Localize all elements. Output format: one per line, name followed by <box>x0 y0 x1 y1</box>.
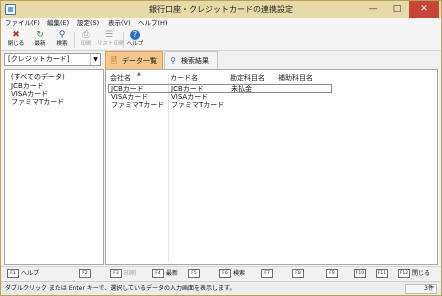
status-message: ダブルクリック または Enter キーで、選択しているデータの入力画面を表示し… <box>5 285 236 292</box>
menu-settings[interactable]: 設定(S) <box>77 18 99 29</box>
f4-key-badge: F4 <box>152 269 164 278</box>
search-icon: ⚲ <box>58 30 66 40</box>
f10-button[interactable]: F10 <box>354 269 368 279</box>
tab-data-list[interactable]: 🗎 データ一覧 <box>105 51 163 69</box>
f10-key-badge: F10 <box>354 269 366 278</box>
f9-button[interactable]: F9 <box>326 269 340 279</box>
printer-icon: ⎙ <box>82 30 90 40</box>
tree-item-all[interactable]: (すべてのデータ) <box>11 73 65 81</box>
f7-key-badge: F7 <box>261 269 273 278</box>
toolbar: ✖ 閉じる ↻ 最新 ⚲ 検索 ⎙ 印刷 ☰ リスト印刷 ? ヘルプ <box>1 29 441 51</box>
f5-key-badge: F5 <box>188 269 200 278</box>
f2-key-badge: F2 <box>79 269 91 278</box>
column-header-account[interactable]: 勘定科目名 <box>230 74 265 83</box>
tree-item-jcb[interactable]: JCBカード <box>11 82 44 90</box>
f4-refresh-button[interactable]: F4 最新 <box>152 269 178 279</box>
f1-key-badge: F1 <box>7 269 19 278</box>
print-button[interactable]: ⎙ 印刷 <box>75 30 97 50</box>
column-header-card[interactable]: カード名 <box>170 74 198 83</box>
record-count: 3件 <box>405 284 437 294</box>
close-window-button[interactable]: ✕ <box>409 1 439 18</box>
category-select-value: [クレジットカード] <box>8 55 70 63</box>
menu-file[interactable]: ファイル(F) <box>5 18 40 29</box>
table-row[interactable]: ファミマTカード ファミマTカード <box>108 101 332 110</box>
list-print-button[interactable]: ☰ リスト印刷 <box>97 30 125 50</box>
menu-help[interactable]: ヘルプ(H) <box>138 18 167 29</box>
close-button[interactable]: ✖ 閉じる <box>5 30 27 50</box>
f11-key-badge: F11 <box>376 269 388 278</box>
sort-ascending-icon: ▲ <box>137 71 141 77</box>
help-icon: ? <box>130 30 140 40</box>
refresh-icon: ↻ <box>36 30 44 40</box>
app-window: 銀行口座・クレジットカードの連携設定 — □ ✕ ファイル(F) 編集(E) 設… <box>0 0 442 296</box>
f7-button[interactable]: F7 <box>261 269 275 279</box>
menu-edit[interactable]: 編集(E) <box>47 18 69 29</box>
data-list: ▲ 会社名 カード名 勘定科目名 補助科目名 JCBカード JCBカード 未払金… <box>105 69 438 265</box>
f9-key-badge: F9 <box>326 269 338 278</box>
list-printer-icon: ☰ <box>104 30 114 40</box>
help-button[interactable]: ? ヘルプ <box>124 30 146 50</box>
f12-key-badge: F12 <box>398 269 410 278</box>
tab-search-results[interactable]: ⚲ 検索結果 <box>164 51 218 69</box>
f6-search-button[interactable]: F6 検索 <box>219 269 245 279</box>
f5-button[interactable]: F5 <box>188 269 202 279</box>
refresh-button[interactable]: ↻ 最新 <box>29 30 51 50</box>
column-header-company[interactable]: 会社名 <box>110 74 131 83</box>
maximize-button[interactable]: □ <box>385 1 409 18</box>
function-key-bar: F1 ヘルプ F2 F3 印刷 F4 最新 F5 F6 検索 F7 F8 F9 F10 <box>1 266 441 280</box>
f8-button[interactable]: F8 <box>292 269 306 279</box>
status-bar: ダブルクリック または Enter キーで、選択しているデータの入力画面を表示し… <box>1 281 441 295</box>
cell-company: ファミマTカード <box>111 101 165 109</box>
f1-help-button[interactable]: F1 ヘルプ <box>7 269 39 279</box>
minimize-button[interactable]: — <box>361 1 385 18</box>
tab-search-results-label: 検索結果 <box>181 57 209 65</box>
f12-close-button[interactable]: F12 閉じる <box>398 269 430 279</box>
document-icon: 🗎 <box>110 56 118 65</box>
search-results-icon: ⚲ <box>170 56 176 65</box>
search-button[interactable]: ⚲ 検索 <box>51 30 73 50</box>
f2-button[interactable]: F2 <box>79 269 93 279</box>
f3-key-badge: F3 <box>110 269 122 278</box>
category-select[interactable]: [クレジットカード] ▼ <box>4 53 101 66</box>
f6-key-badge: F6 <box>219 269 231 278</box>
title-bar: 銀行口座・クレジットカードの連携設定 — □ ✕ <box>1 1 441 18</box>
chevron-down-icon: ▼ <box>90 54 100 65</box>
column-header-sub-account[interactable]: 補助科目名 <box>278 74 313 83</box>
category-tree: (すべてのデータ) JCBカード VISAカード ファミマTカード <box>4 69 104 265</box>
table-row[interactable]: JCBカード JCBカード 未払金 <box>108 84 332 93</box>
tab-data-list-label: データ一覧 <box>122 57 157 65</box>
close-icon: ✖ <box>12 30 20 40</box>
sub-header: [クレジットカード] ▼ 🗎 データ一覧 ⚲ 検索結果 <box>1 51 441 69</box>
menu-bar: ファイル(F) 編集(E) 設定(S) 表示(V) ヘルプ(H) <box>1 18 441 29</box>
f3-print-button[interactable]: F3 印刷 <box>110 269 136 279</box>
f8-key-badge: F8 <box>292 269 304 278</box>
cell-card: ファミマTカード <box>171 101 225 109</box>
tree-item-famima[interactable]: ファミマTカード <box>11 98 64 106</box>
tree-item-visa[interactable]: VISAカード <box>11 90 48 98</box>
f11-button[interactable]: F11 <box>376 269 390 279</box>
menu-view[interactable]: 表示(V) <box>108 18 131 29</box>
